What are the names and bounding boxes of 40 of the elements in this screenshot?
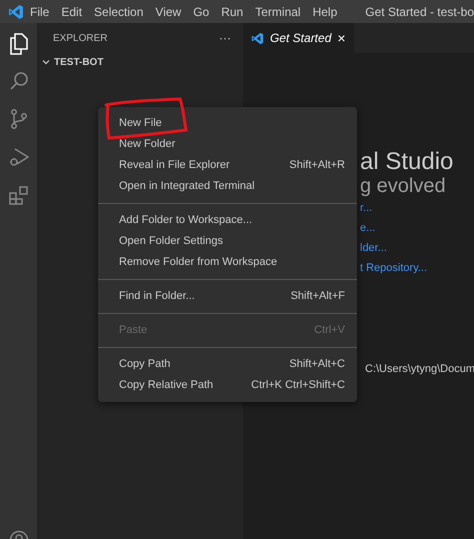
files-icon[interactable] (8, 33, 28, 55)
search-icon[interactable] (8, 71, 28, 91)
start-link[interactable]: r... (360, 198, 428, 218)
tab-label: Get Started (270, 30, 332, 47)
menu-bar-item[interactable]: File (30, 2, 50, 20)
welcome-heading: al Studio (360, 147, 454, 177)
menu-bar-item[interactable]: Terminal (255, 2, 301, 20)
menu-item[interactable]: Copy Path Shift+Alt+C (98, 354, 357, 375)
menu-item[interactable]: Open in Integrated Terminal (98, 176, 357, 197)
close-icon[interactable]: × (337, 28, 346, 48)
app-logo-icon (251, 32, 264, 44)
editor-tab[interactable]: Get Started × (243, 23, 354, 53)
menu-item[interactable]: New Folder (98, 134, 357, 155)
menu-item[interactable]: Remove Folder from Workspace (98, 252, 357, 273)
start-link[interactable]: lder... (360, 238, 428, 258)
more-actions-button[interactable]: ··· (219, 29, 231, 47)
folder-header[interactable]: TEST-BOT (37, 53, 243, 71)
recent-folder-path: C:\Users\ytyng\Docum (365, 362, 474, 377)
menu-item[interactable]: Add Folder to Workspace... (98, 210, 357, 231)
menu-bar-item[interactable]: Selection (94, 2, 144, 20)
source-control-icon[interactable] (10, 109, 28, 129)
window-title: Get Started - test-bo (365, 4, 474, 20)
menu-bar-item[interactable]: Run (221, 2, 244, 20)
start-link[interactable]: e... (360, 218, 428, 238)
menu-bar-item[interactable]: Edit (61, 2, 82, 20)
menu-item[interactable]: New File (98, 113, 357, 134)
extensions-icon[interactable] (8, 185, 28, 205)
account-icon[interactable] (8, 529, 28, 539)
menu-bar-item[interactable]: View (155, 2, 182, 20)
start-link[interactable]: t Repository... (360, 258, 428, 278)
run-debug-icon[interactable] (8, 147, 28, 167)
menu-item[interactable]: Reveal in File Explorer Shift+Alt+R (98, 155, 357, 176)
menu-bar-item[interactable]: Go (193, 2, 210, 20)
menu-item[interactable]: Open Folder Settings (98, 231, 357, 252)
menu-item[interactable]: Find in Folder... Shift+Alt+F (98, 286, 357, 307)
menu-item[interactable]: Copy Relative Path Ctrl+K Ctrl+Shift+C (98, 375, 357, 396)
app-logo-icon (8, 4, 24, 20)
explorer-title: EXPLORER (53, 32, 108, 46)
welcome-subheading: g evolved (360, 174, 446, 199)
menu-bar-item[interactable]: Help (312, 2, 338, 20)
